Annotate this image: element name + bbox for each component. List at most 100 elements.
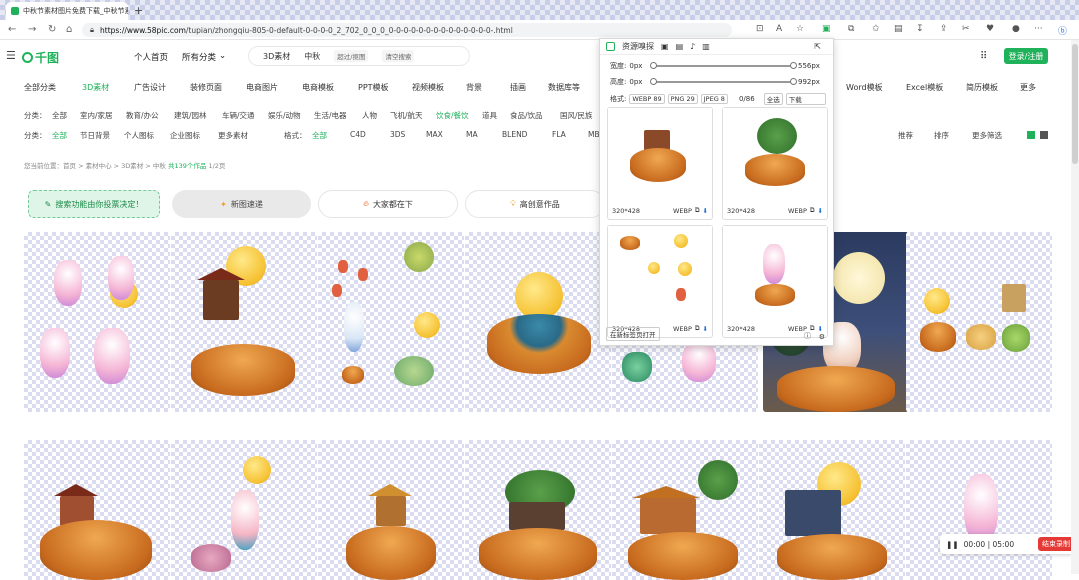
- tab-creative-works[interactable]: 💡︎ 高创意作品: [465, 190, 605, 218]
- filter-item[interactable]: 建筑/园林: [174, 110, 207, 121]
- more-filters[interactable]: 更多筛选: [972, 130, 1002, 141]
- width-slider-min-knob[interactable]: [650, 62, 657, 69]
- search-bar[interactable]: 3D素材 中秋 超过/抠图 清空搜索: [248, 46, 470, 66]
- filter-item[interactable]: 企业图标: [170, 130, 200, 141]
- image-thumbnail[interactable]: [608, 226, 712, 318]
- download-icon[interactable]: ⬇: [818, 207, 823, 215]
- collapse-icon[interactable]: ⇱: [814, 42, 821, 51]
- resource-card[interactable]: [24, 232, 170, 412]
- download-icon[interactable]: ⬇: [703, 207, 708, 215]
- height-slider-max-knob[interactable]: [790, 78, 797, 85]
- forward-icon[interactable]: →: [28, 24, 36, 35]
- filter-item[interactable]: FLA: [552, 130, 566, 139]
- extension-sniffer-icon[interactable]: ▣: [822, 24, 831, 34]
- image-thumbnail[interactable]: [608, 108, 712, 200]
- home-icon[interactable]: ⌂: [66, 24, 72, 35]
- category-item[interactable]: 全部分类: [24, 82, 56, 93]
- resource-card[interactable]: [759, 440, 905, 580]
- download-icon[interactable]: ⬇: [818, 325, 823, 333]
- resource-card[interactable]: [465, 440, 611, 580]
- filter-item[interactable]: 道具: [482, 110, 497, 121]
- search-input[interactable]: 中秋: [304, 51, 320, 62]
- filter-item[interactable]: 生活/电器: [314, 110, 347, 121]
- width-slider-track[interactable]: [652, 65, 794, 67]
- share-icon[interactable]: ⇪: [940, 24, 948, 34]
- category-item[interactable]: 电商图片: [246, 82, 278, 93]
- filter-item[interactable]: 教育/办公: [126, 110, 159, 121]
- height-slider-track[interactable]: [652, 81, 794, 83]
- nav-personal-home[interactable]: 个人首页: [134, 51, 168, 63]
- more-tools-icon[interactable]: ♥: [986, 24, 994, 34]
- resource-card[interactable]: [318, 232, 464, 412]
- scrollbar-thumb[interactable]: [1072, 44, 1078, 164]
- bing-icon[interactable]: ⓑ: [1058, 24, 1067, 37]
- apps-grid-icon[interactable]: ⠿: [980, 51, 987, 62]
- vote-banner[interactable]: ✎ 搜索功能由你投票决定！: [28, 190, 160, 218]
- nav-all-categories[interactable]: 所有分类: [182, 51, 216, 63]
- reader-icon[interactable]: ⊡: [756, 24, 764, 34]
- category-item-3d[interactable]: 3D素材: [82, 82, 109, 93]
- stop-recording-button[interactable]: 结束录制: [1038, 537, 1074, 551]
- category-item-more[interactable]: 更多: [1020, 82, 1036, 93]
- hamburger-menu-icon[interactable]: ☰: [6, 49, 16, 62]
- filter-item[interactable]: C4D: [350, 130, 366, 139]
- resource-card[interactable]: [171, 232, 317, 412]
- height-slider-min-knob[interactable]: [650, 78, 657, 85]
- format-checkbox-png[interactable]: PNG 29: [667, 94, 698, 104]
- image-thumbnail[interactable]: [723, 108, 827, 200]
- category-item[interactable]: Word模板: [846, 82, 883, 93]
- tab-new-arrivals[interactable]: ✦ 新图速递: [172, 190, 311, 218]
- filter-item-active[interactable]: 全部: [312, 130, 327, 141]
- format-checkbox-jpeg[interactable]: JPEG 8: [700, 94, 728, 104]
- category-item[interactable]: 插画: [510, 82, 526, 93]
- sniffed-image-card[interactable]: 320*428 WEBP ⧉ ⬇: [722, 225, 828, 338]
- grid-view-icon[interactable]: [1027, 131, 1035, 139]
- page-scrollbar[interactable]: [1071, 40, 1079, 574]
- download-icon[interactable]: ⬇: [703, 325, 708, 333]
- resource-card[interactable]: [24, 440, 170, 580]
- profile-avatar-icon[interactable]: ●: [1012, 24, 1020, 34]
- filter-item[interactable]: BLEND: [502, 130, 527, 139]
- extension-icon[interactable]: ⧉: [848, 24, 854, 34]
- login-button[interactable]: 登录/注册: [1004, 48, 1048, 64]
- filter-item[interactable]: 室内/家居: [80, 110, 113, 121]
- reload-icon[interactable]: ↻: [48, 24, 56, 35]
- search-tag[interactable]: 超过/抠图: [334, 50, 369, 62]
- site-logo[interactable]: 千图: [22, 49, 59, 66]
- filter-item[interactable]: 全部: [52, 110, 67, 121]
- browser-tab[interactable]: 中秋节素材图片免费下载_中秋节素材 ×: [6, 2, 128, 20]
- sort-select[interactable]: 排序: [934, 130, 949, 141]
- video-filter-icon[interactable]: ▤: [676, 42, 684, 51]
- category-item[interactable]: 简历模板: [966, 82, 998, 93]
- sniffed-image-card[interactable]: 320*428 WEBP ⧉ ⬇: [607, 225, 713, 338]
- category-item[interactable]: Excel模板: [906, 82, 943, 93]
- search-type-select[interactable]: 3D素材: [263, 51, 290, 62]
- pause-icon[interactable]: ❚❚: [946, 540, 959, 549]
- filter-item[interactable]: 车辆/交通: [222, 110, 255, 121]
- download-button[interactable]: 下载: [785, 93, 826, 105]
- filter-item[interactable]: 人物: [362, 110, 377, 121]
- open-icon[interactable]: ⧉: [695, 206, 700, 215]
- sniffed-image-card[interactable]: 320*428 WEBP ⧉ ⬇: [722, 107, 828, 220]
- filter-item[interactable]: MB: [588, 130, 600, 139]
- resource-card[interactable]: [465, 232, 611, 412]
- search-tag[interactable]: 清空搜索: [382, 50, 415, 62]
- tab-popular-downloads[interactable]: 🔥︎ 大家都在下: [318, 190, 458, 218]
- filter-item-active[interactable]: 全部: [52, 130, 67, 141]
- category-item[interactable]: 广告设计: [134, 82, 166, 93]
- resource-card[interactable]: [906, 232, 1052, 412]
- sniffed-image-card[interactable]: 320*428 WEBP ⧉ ⬇: [607, 107, 713, 220]
- settings-icon[interactable]: ⚙: [819, 333, 825, 341]
- category-item[interactable]: 数据库等: [548, 82, 580, 93]
- favorites-icon[interactable]: ✩: [872, 24, 880, 34]
- url-input[interactable]: 🔒︎ https://www.58pic.com/tupian/zhongqiu…: [82, 23, 732, 37]
- category-item[interactable]: 装修页面: [190, 82, 222, 93]
- resource-card[interactable]: [612, 440, 758, 580]
- screenshot-icon[interactable]: ✂: [962, 24, 970, 34]
- translate-icon[interactable]: A: [776, 24, 782, 34]
- resource-card[interactable]: [318, 440, 464, 580]
- filter-item[interactable]: MAX: [426, 130, 443, 139]
- category-item[interactable]: 电商模板: [302, 82, 334, 93]
- audio-filter-icon[interactable]: ♪: [690, 42, 695, 51]
- filter-item[interactable]: MA: [466, 130, 478, 139]
